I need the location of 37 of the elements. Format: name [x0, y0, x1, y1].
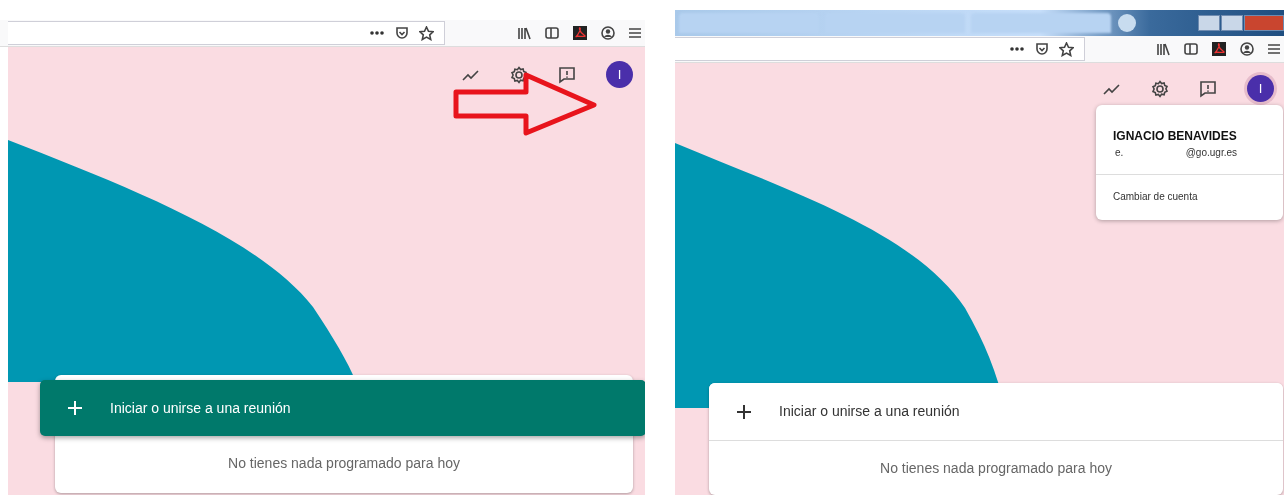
settings-icon[interactable] — [1151, 79, 1169, 98]
pdf-icon[interactable] — [573, 26, 587, 40]
sidebar-icon[interactable] — [1184, 42, 1198, 56]
pocket-icon[interactable] — [395, 26, 409, 40]
account-name: IGNACIO BENAVIDES — [1113, 128, 1238, 145]
library-icon[interactable] — [517, 26, 531, 40]
account-icon[interactable] — [601, 26, 615, 40]
trend-line-icon[interactable] — [462, 68, 480, 81]
menu-icon[interactable] — [629, 27, 641, 39]
more-icon[interactable] — [369, 30, 385, 36]
avatar-button[interactable]: I — [606, 61, 633, 88]
email-prefix: e. — [1115, 146, 1124, 160]
settings-icon[interactable] — [510, 65, 528, 84]
plus-icon — [737, 404, 751, 419]
feedback-icon[interactable] — [558, 65, 576, 84]
address-field[interactable] — [8, 21, 445, 45]
address-field[interactable] — [675, 37, 1085, 61]
start-meeting-button[interactable]: Iniciar o unirse a una reunión — [40, 380, 645, 436]
sidebar-icon[interactable] — [545, 26, 559, 40]
switch-account-link[interactable]: Cambiar de cuenta — [1113, 191, 1198, 202]
account-icon[interactable] — [1240, 42, 1254, 56]
pocket-icon[interactable] — [1035, 42, 1049, 56]
new-tab-icon[interactable] — [1117, 13, 1137, 33]
schedule-note: No tienes nada programado para hoy — [879, 459, 1113, 478]
feedback-icon[interactable] — [1199, 79, 1217, 98]
avatar-button[interactable]: I — [1247, 75, 1274, 102]
star-icon[interactable] — [1059, 41, 1074, 57]
more-icon[interactable] — [1009, 46, 1025, 52]
schedule-note: No tienes nada programado para hoy — [227, 454, 461, 473]
star-icon[interactable] — [419, 25, 434, 41]
trend-line-icon[interactable] — [1103, 82, 1121, 95]
library-icon[interactable] — [1156, 42, 1170, 56]
email-domain: @go.ugr.es — [1185, 146, 1237, 160]
start-meeting-button[interactable]: Iniciar o unirse a una reunión — [709, 383, 1283, 441]
menu-icon[interactable] — [1268, 43, 1280, 55]
plus-icon — [68, 401, 82, 415]
pdf-icon[interactable] — [1212, 42, 1226, 56]
